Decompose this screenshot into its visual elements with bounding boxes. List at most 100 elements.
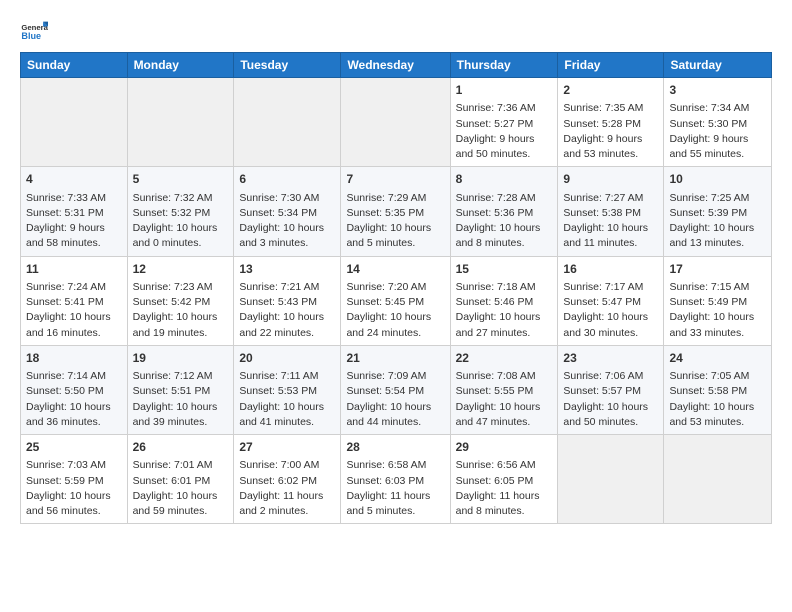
calendar-cell: 25 Sunrise: 7:03 AM Sunset: 5:59 PM Dayli…: [21, 435, 128, 524]
calendar-cell: 8 Sunrise: 7:28 AM Sunset: 5:36 PM Daylig…: [450, 167, 558, 256]
day-number: 19: [133, 350, 229, 367]
calendar-cell: 6 Sunrise: 7:30 AM Sunset: 5:34 PM Daylig…: [234, 167, 341, 256]
calendar-cell: 4 Sunrise: 7:33 AM Sunset: 5:31 PM Daylig…: [21, 167, 128, 256]
page-header: General Blue: [20, 16, 772, 44]
calendar-cell: 15 Sunrise: 7:18 AM Sunset: 5:46 PM Dayli…: [450, 256, 558, 345]
day-info: Sunrise: 7:35 AM Sunset: 5:28 PM Dayligh…: [563, 101, 658, 162]
day-number: 11: [26, 261, 122, 278]
day-number: 2: [563, 82, 658, 99]
calendar-cell: 27 Sunrise: 7:00 AM Sunset: 6:02 PM Dayli…: [234, 435, 341, 524]
day-number: 27: [239, 439, 335, 456]
calendar-cell: 21Sunrise: 7:09 AM Sunset: 5:54 PM Dayli…: [341, 345, 450, 434]
calendar-cell: 17 Sunrise: 7:15 AM Sunset: 5:49 PM Dayli…: [664, 256, 772, 345]
day-number: 15: [456, 261, 553, 278]
calendar-cell: 10 Sunrise: 7:25 AM Sunset: 5:39 PM Dayli…: [664, 167, 772, 256]
calendar-cell: 23Sunrise: 7:06 AM Sunset: 5:57 PM Dayli…: [558, 345, 664, 434]
weekday-header-row: SundayMondayTuesdayWednesdayThursdayFrid…: [21, 53, 772, 78]
calendar-cell: 29 Sunrise: 6:56 AM Sunset: 6:05 PM Dayli…: [450, 435, 558, 524]
weekday-header-monday: Monday: [127, 53, 234, 78]
day-number: 18: [26, 350, 122, 367]
calendar-cell: 1 Sunrise: 7:36 AM Sunset: 5:27 PM Daylig…: [450, 78, 558, 167]
calendar-week-row: 18 Sunrise: 7:14 AM Sunset: 5:50 PM Dayli…: [21, 345, 772, 434]
day-info: Sunrise: 7:34 AM Sunset: 5:30 PM Dayligh…: [669, 101, 766, 162]
weekday-header-sunday: Sunday: [21, 53, 128, 78]
calendar-cell: 14Sunrise: 7:20 AM Sunset: 5:45 PM Dayli…: [341, 256, 450, 345]
day-info: Sunrise: 6:56 AM Sunset: 6:05 PM Dayligh…: [456, 458, 553, 519]
day-number: 21: [346, 350, 444, 367]
day-info: Sunrise: 7:11 AM Sunset: 5:53 PM Dayligh…: [239, 369, 335, 430]
day-info: Sunrise: 7:18 AM Sunset: 5:46 PM Dayligh…: [456, 280, 553, 341]
calendar-cell: 24 Sunrise: 7:05 AM Sunset: 5:58 PM Dayli…: [664, 345, 772, 434]
day-info: Sunrise: 7:00 AM Sunset: 6:02 PM Dayligh…: [239, 458, 335, 519]
day-info: Sunrise: 7:17 AM Sunset: 5:47 PM Dayligh…: [563, 280, 658, 341]
day-number: 28: [346, 439, 444, 456]
day-number: 1: [456, 82, 553, 99]
day-number: 3: [669, 82, 766, 99]
day-number: 8: [456, 171, 553, 188]
day-number: 5: [133, 171, 229, 188]
calendar-cell: 13 Sunrise: 7:21 AM Sunset: 5:43 PM Dayli…: [234, 256, 341, 345]
day-number: 29: [456, 439, 553, 456]
day-info: Sunrise: 7:21 AM Sunset: 5:43 PM Dayligh…: [239, 280, 335, 341]
day-number: 23: [563, 350, 658, 367]
calendar-cell: 5 Sunrise: 7:32 AM Sunset: 5:32 PM Daylig…: [127, 167, 234, 256]
day-number: 7: [346, 171, 444, 188]
day-number: 26: [133, 439, 229, 456]
calendar-cell: 16 Sunrise: 7:17 AM Sunset: 5:47 PM Dayli…: [558, 256, 664, 345]
day-info: Sunrise: 7:30 AM Sunset: 5:34 PM Dayligh…: [239, 191, 335, 252]
day-info: Sunrise: 7:03 AM Sunset: 5:59 PM Dayligh…: [26, 458, 122, 519]
weekday-header-wednesday: Wednesday: [341, 53, 450, 78]
day-info: Sunrise: 7:36 AM Sunset: 5:27 PM Dayligh…: [456, 101, 553, 162]
calendar-week-row: 4 Sunrise: 7:33 AM Sunset: 5:31 PM Daylig…: [21, 167, 772, 256]
logo: General Blue: [20, 16, 52, 44]
day-number: 22: [456, 350, 553, 367]
calendar-cell: 9Sunrise: 7:27 AM Sunset: 5:38 PM Daylig…: [558, 167, 664, 256]
calendar-cell: 11 Sunrise: 7:24 AM Sunset: 5:41 PM Dayli…: [21, 256, 128, 345]
day-info: Sunrise: 7:24 AM Sunset: 5:41 PM Dayligh…: [26, 280, 122, 341]
day-info: Sunrise: 7:15 AM Sunset: 5:49 PM Dayligh…: [669, 280, 766, 341]
calendar-cell: 19Sunrise: 7:12 AM Sunset: 5:51 PM Dayli…: [127, 345, 234, 434]
calendar-cell: 26 Sunrise: 7:01 AM Sunset: 6:01 PM Dayli…: [127, 435, 234, 524]
calendar-week-row: 11 Sunrise: 7:24 AM Sunset: 5:41 PM Dayli…: [21, 256, 772, 345]
calendar-table: SundayMondayTuesdayWednesdayThursdayFrid…: [20, 52, 772, 524]
day-number: 24: [669, 350, 766, 367]
day-info: Sunrise: 7:25 AM Sunset: 5:39 PM Dayligh…: [669, 191, 766, 252]
day-number: 17: [669, 261, 766, 278]
day-info: Sunrise: 7:01 AM Sunset: 6:01 PM Dayligh…: [133, 458, 229, 519]
weekday-header-tuesday: Tuesday: [234, 53, 341, 78]
calendar-cell: [664, 435, 772, 524]
day-info: Sunrise: 7:14 AM Sunset: 5:50 PM Dayligh…: [26, 369, 122, 430]
day-number: 16: [563, 261, 658, 278]
calendar-cell: [341, 78, 450, 167]
calendar-cell: 12 Sunrise: 7:23 AM Sunset: 5:42 PM Dayli…: [127, 256, 234, 345]
day-number: 4: [26, 171, 122, 188]
calendar-cell: [127, 78, 234, 167]
day-info: Sunrise: 7:20 AM Sunset: 5:45 PM Dayligh…: [346, 280, 444, 341]
day-info: Sunrise: 6:58 AM Sunset: 6:03 PM Dayligh…: [346, 458, 444, 519]
day-info: Sunrise: 7:27 AM Sunset: 5:38 PM Dayligh…: [563, 191, 658, 252]
day-info: Sunrise: 7:05 AM Sunset: 5:58 PM Dayligh…: [669, 369, 766, 430]
day-number: 13: [239, 261, 335, 278]
day-info: Sunrise: 7:23 AM Sunset: 5:42 PM Dayligh…: [133, 280, 229, 341]
calendar-week-row: 1 Sunrise: 7:36 AM Sunset: 5:27 PM Daylig…: [21, 78, 772, 167]
svg-text:Blue: Blue: [21, 31, 41, 41]
calendar-cell: 7 Sunrise: 7:29 AM Sunset: 5:35 PM Daylig…: [341, 167, 450, 256]
day-number: 10: [669, 171, 766, 188]
day-info: Sunrise: 7:28 AM Sunset: 5:36 PM Dayligh…: [456, 191, 553, 252]
day-info: Sunrise: 7:32 AM Sunset: 5:32 PM Dayligh…: [133, 191, 229, 252]
calendar-cell: [21, 78, 128, 167]
day-number: 6: [239, 171, 335, 188]
day-info: Sunrise: 7:29 AM Sunset: 5:35 PM Dayligh…: [346, 191, 444, 252]
calendar-cell: 20 Sunrise: 7:11 AM Sunset: 5:53 PM Dayli…: [234, 345, 341, 434]
day-number: 25: [26, 439, 122, 456]
calendar-cell: 18 Sunrise: 7:14 AM Sunset: 5:50 PM Dayli…: [21, 345, 128, 434]
day-info: Sunrise: 7:08 AM Sunset: 5:55 PM Dayligh…: [456, 369, 553, 430]
calendar-cell: 3 Sunrise: 7:34 AM Sunset: 5:30 PM Daylig…: [664, 78, 772, 167]
day-info: Sunrise: 7:33 AM Sunset: 5:31 PM Dayligh…: [26, 191, 122, 252]
day-number: 20: [239, 350, 335, 367]
calendar-week-row: 25 Sunrise: 7:03 AM Sunset: 5:59 PM Dayli…: [21, 435, 772, 524]
calendar-cell: 22 Sunrise: 7:08 AM Sunset: 5:55 PM Dayli…: [450, 345, 558, 434]
day-number: 12: [133, 261, 229, 278]
calendar-cell: [558, 435, 664, 524]
logo-icon: General Blue: [20, 16, 48, 44]
